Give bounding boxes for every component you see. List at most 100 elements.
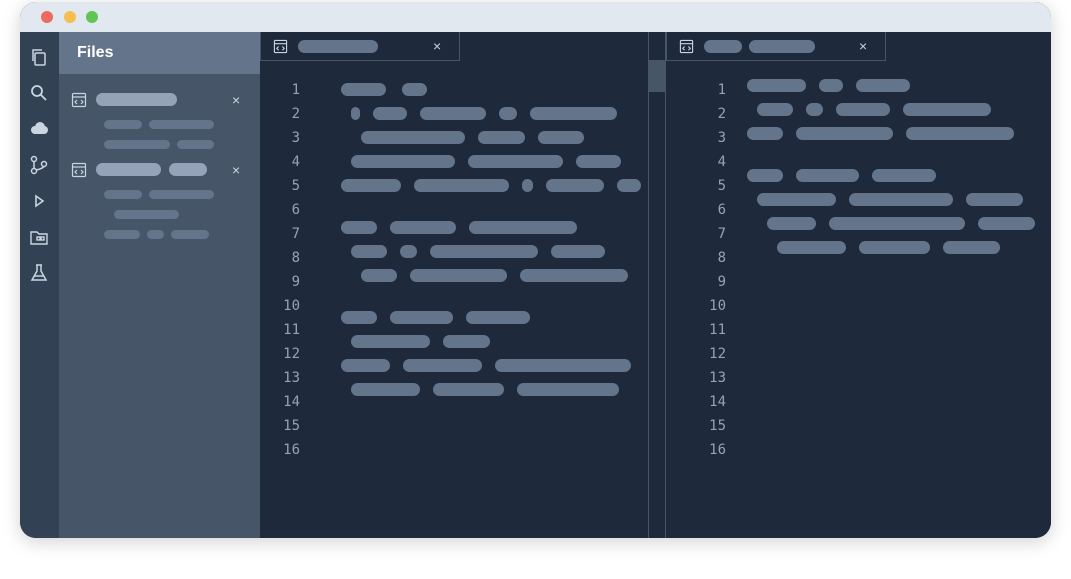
editor-pane-left[interactable]: × 1 2 3 4 5 6 7 8 9 10 11 12 13 14 15 16: [260, 32, 648, 538]
code-token: [546, 179, 604, 192]
code-token: [351, 107, 360, 120]
code-token: [466, 311, 530, 324]
line-number: 6: [291, 202, 300, 218]
folder-icon[interactable]: [28, 226, 50, 248]
code-token: [351, 155, 455, 168]
outline-item: [149, 190, 214, 199]
code-token: [520, 269, 628, 282]
code-token: [747, 127, 783, 140]
code-token: [903, 103, 991, 116]
code-token: [403, 359, 482, 372]
line-number: 12: [283, 346, 300, 362]
line-number: 1: [291, 82, 300, 98]
zoom-window-button[interactable]: [86, 11, 98, 23]
search-icon[interactable]: [28, 82, 50, 104]
code-token: [469, 221, 577, 234]
code-token: [538, 131, 584, 144]
line-number: 4: [717, 154, 726, 170]
code-token: [499, 107, 517, 120]
code-token: [351, 335, 430, 348]
line-number: 10: [283, 298, 300, 314]
scrollbar[interactable]: [648, 32, 666, 538]
tab-title: [298, 40, 378, 53]
code-token: [849, 193, 953, 206]
line-number: 11: [283, 322, 300, 338]
code-token: [757, 193, 836, 206]
line-number: 8: [717, 250, 726, 266]
code-token: [373, 107, 407, 120]
code-token: [806, 103, 823, 116]
line-number: 7: [717, 226, 726, 242]
code-token: [517, 383, 619, 396]
outline-item: [114, 210, 179, 219]
code-token: [351, 383, 420, 396]
line-number: 4: [291, 154, 300, 170]
line-number: 2: [291, 106, 300, 122]
close-file-button[interactable]: ×: [232, 93, 240, 107]
outline-item: [104, 230, 140, 239]
line-number: 9: [717, 274, 726, 290]
code-file-icon: [273, 39, 288, 54]
line-number: 2: [717, 106, 726, 122]
code-token: [522, 179, 533, 192]
close-file-button[interactable]: ×: [232, 163, 240, 177]
outline-item: [149, 120, 214, 129]
code-token: [943, 241, 1000, 254]
line-number: 16: [283, 442, 300, 458]
code-file-icon: [679, 39, 694, 54]
code-token: [414, 179, 509, 192]
outline-item: [104, 120, 142, 129]
code-token: [341, 179, 401, 192]
minimize-window-button[interactable]: [64, 11, 76, 23]
line-number: 3: [717, 130, 726, 146]
code-token: [433, 383, 504, 396]
code-token: [361, 131, 465, 144]
code-token: [341, 83, 386, 96]
code-token: [767, 217, 816, 230]
code-token: [617, 179, 641, 192]
line-number: 10: [709, 298, 726, 314]
code-token: [856, 79, 910, 92]
code-token: [530, 107, 617, 120]
scroll-thumb[interactable]: [649, 60, 665, 92]
close-tab-button[interactable]: ×: [433, 39, 441, 53]
code-token: [361, 269, 397, 282]
code-token: [796, 169, 859, 182]
line-number: 6: [717, 202, 726, 218]
file-name: [169, 163, 207, 176]
outline-item: [177, 140, 214, 149]
editor-tab[interactable]: ×: [666, 32, 886, 61]
line-number: 16: [709, 442, 726, 458]
code-token: [478, 131, 525, 144]
copy-icon[interactable]: [28, 46, 50, 68]
outline-item: [147, 230, 164, 239]
code-token: [341, 221, 377, 234]
close-window-button[interactable]: [41, 11, 53, 23]
code-token: [341, 359, 390, 372]
code-token: [829, 217, 965, 230]
line-number: 14: [709, 394, 726, 410]
code-token: [906, 127, 1014, 140]
editor-tab[interactable]: ×: [260, 32, 460, 61]
app-window: Files × × × 1 2 3 4 5 6 7 8 9 10 11 12 1…: [20, 2, 1051, 538]
flask-icon[interactable]: [28, 262, 50, 284]
run-icon[interactable]: [28, 190, 50, 212]
outline-item: [104, 140, 170, 149]
file-name: [96, 163, 161, 176]
cloud-icon[interactable]: [28, 118, 50, 140]
tab-title: [704, 40, 742, 53]
source-control-icon[interactable]: [28, 154, 50, 176]
code-token: [978, 217, 1035, 230]
code-token: [341, 311, 377, 324]
outline-item: [171, 230, 209, 239]
code-token: [859, 241, 930, 254]
code-token: [443, 335, 490, 348]
code-token: [836, 103, 890, 116]
editor-pane-right[interactable]: × 1 2 3 4 5 6 7 8 9 10 11 12 13 14 15 16: [666, 32, 1051, 538]
line-number: 11: [709, 322, 726, 338]
code-token: [747, 169, 783, 182]
code-token: [402, 83, 427, 96]
close-tab-button[interactable]: ×: [859, 39, 867, 53]
tab-title: [749, 40, 815, 53]
line-number: 7: [291, 226, 300, 242]
